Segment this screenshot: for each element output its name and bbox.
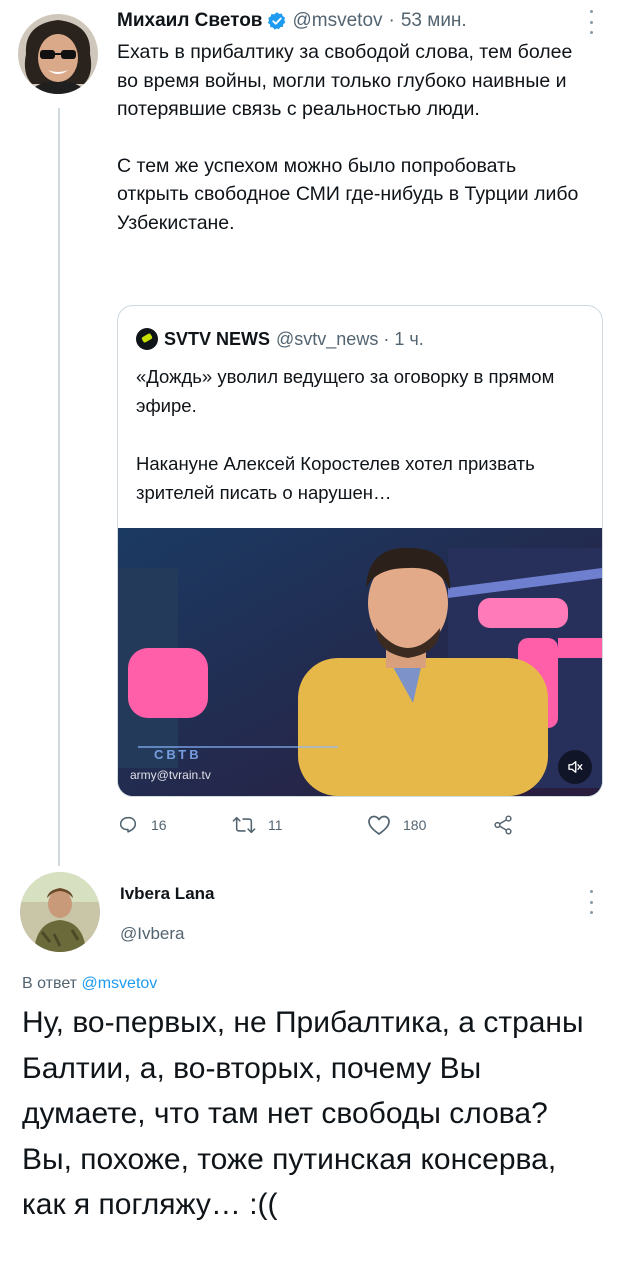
like-icon	[368, 815, 390, 835]
more-options-icon[interactable]	[588, 10, 594, 34]
retweet-button[interactable]: 11	[232, 814, 283, 836]
retweet-count: 11	[268, 817, 283, 833]
thread-connector-line	[58, 108, 60, 866]
more-options-icon[interactable]	[588, 890, 594, 914]
quoted-tweet-time: 1 ч.	[394, 328, 424, 349]
tweet-paragraph: С тем же успехом можно было попробовать …	[117, 154, 579, 234]
share-icon	[494, 815, 512, 835]
tweet-text: Ехать в прибалтику за свободой слова, те…	[117, 38, 587, 238]
author-avatar[interactable]	[18, 14, 98, 94]
svtv-logo-avatar	[136, 328, 158, 350]
retweet-icon	[232, 816, 256, 834]
quoted-author-name: SVTV NEWS	[164, 328, 271, 349]
quoted-tweet-header: SVTV NEWS @svtv_news · 1 ч.	[136, 328, 424, 350]
quoted-paragraph: «Дождь» уволил ведущего за оговорку в пр…	[136, 366, 555, 416]
video-watermark: army@tvrain.tv	[130, 768, 211, 782]
replying-to: В ответ @msvetov	[22, 975, 157, 993]
muted-speaker-icon[interactable]	[558, 750, 592, 784]
quoted-tweet-text: «Дождь» уволил ведущего за оговорку в пр…	[136, 362, 588, 507]
like-count: 180	[403, 817, 427, 833]
video-player[interactable]: СВТВ army@tvrain.tv	[118, 528, 602, 796]
reply-text: Ну, во-первых, не Прибалтика, а страны Б…	[22, 1006, 584, 1221]
like-button[interactable]: 180	[367, 814, 426, 836]
tweet-actions: 16 11 180	[117, 814, 537, 840]
reply-prefix: В ответ	[22, 975, 78, 992]
reply-button[interactable]: 16	[117, 814, 167, 836]
author-handle[interactable]: @msvetov	[292, 10, 382, 32]
quoted-paragraph: Накануне Алексей Коростелев хотел призва…	[136, 453, 535, 503]
quoted-author-handle: @svtv_news	[276, 328, 379, 349]
reply-to-link[interactable]: @msvetov	[81, 975, 157, 992]
tweet-time[interactable]: 53 мин.	[401, 10, 467, 32]
reply-count: 16	[151, 817, 167, 833]
verified-badge-icon	[267, 11, 287, 31]
channel-logo: СВТВ	[154, 747, 202, 762]
separator-dot: ·	[383, 328, 390, 349]
reply-icon	[119, 816, 137, 833]
tweet-header: Михаил Светов @msvetov · 53 мин.	[117, 10, 467, 32]
reply-author-handle[interactable]: @Ivbera	[120, 924, 185, 944]
reply-author-avatar[interactable]	[20, 872, 100, 952]
author-name[interactable]: Михаил Светов	[117, 10, 262, 32]
reply-author-name[interactable]: Ivbera Lana	[120, 884, 215, 904]
separator-dot: ·	[388, 10, 395, 31]
share-button[interactable]	[492, 814, 526, 836]
tweet-paragraph: Ехать в прибалтику за свободой слова, те…	[117, 41, 573, 121]
quoted-tweet-card[interactable]: SVTV NEWS @svtv_news · 1 ч. «Дождь» увол…	[117, 305, 603, 797]
